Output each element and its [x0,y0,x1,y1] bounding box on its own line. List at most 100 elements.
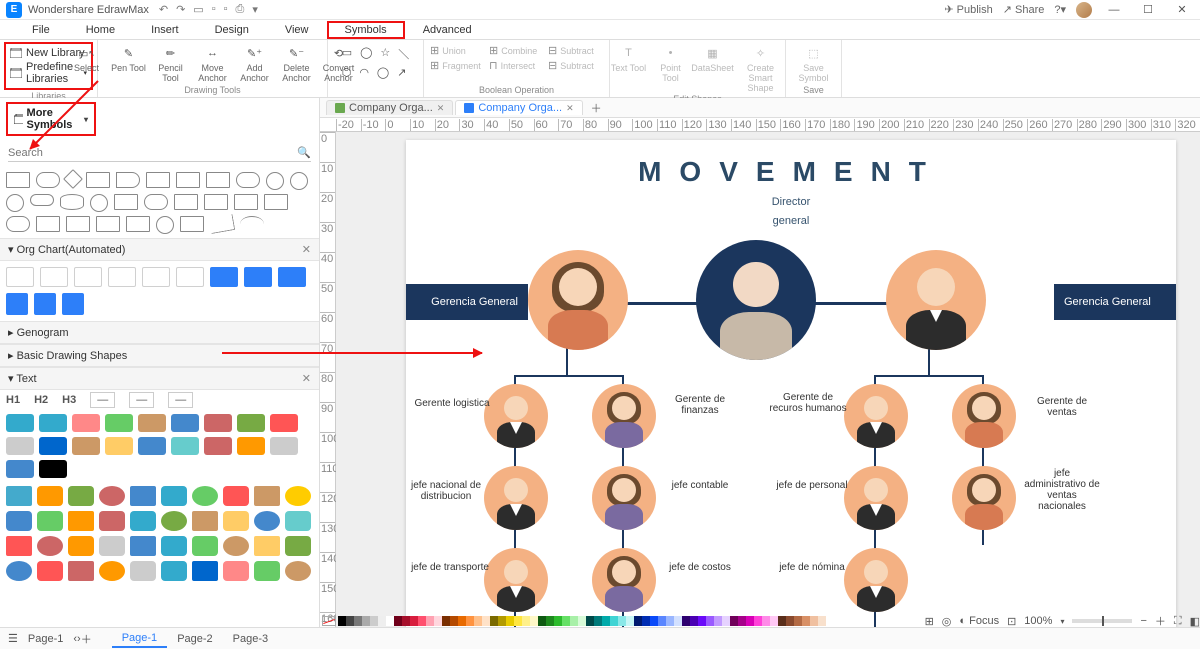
shape-thumb[interactable] [34,293,56,315]
badge-shape[interactable] [99,536,125,556]
badge-shape[interactable] [68,486,94,506]
heading-h3[interactable]: H3 [62,394,76,406]
color-swatch[interactable] [602,616,610,626]
menu-advanced[interactable]: Advanced [405,21,490,39]
color-swatch[interactable] [818,616,826,626]
shape-item[interactable] [116,172,140,188]
color-swatch[interactable] [466,616,474,626]
color-swatch[interactable] [594,616,602,626]
shape-arrow[interactable]: ↗ [397,66,406,79]
color-swatch[interactable] [522,616,530,626]
shape-thumb[interactable] [244,267,272,287]
badge-shape[interactable] [130,536,156,556]
save-icon[interactable]: ▫ [224,3,228,16]
text-swatch[interactable] [105,414,133,432]
target-icon[interactable]: ◎ [942,615,952,628]
color-swatch[interactable] [738,616,746,626]
color-swatch[interactable] [746,616,754,626]
shape-item[interactable] [66,216,90,232]
text-swatch[interactable] [105,437,133,455]
color-swatch[interactable] [338,616,346,626]
badge-shape[interactable] [37,486,63,506]
symbol-search[interactable]: 🔍 [8,144,311,162]
point-tool[interactable]: •Point Tool [653,44,689,83]
avatar[interactable] [592,548,656,612]
shape-thumb[interactable] [40,267,68,287]
avatar-manager[interactable] [886,250,986,350]
badge-shape[interactable] [6,486,32,506]
badge-shape[interactable] [254,486,280,506]
text-swatch[interactable] [138,437,166,455]
text-swatch[interactable] [39,414,67,432]
zoom-slider[interactable] [1072,619,1132,623]
canvas-scroll[interactable]: MOVEMENT Directorgeneral Gerencia Genera… [336,132,1200,627]
color-swatch[interactable] [458,616,466,626]
color-swatch[interactable] [434,616,442,626]
shape-thumb[interactable] [62,293,84,315]
more-symbols-button[interactable]: More Symbols▾ [6,102,96,136]
color-swatch[interactable] [386,616,394,626]
shape-item[interactable] [30,194,54,206]
color-swatch[interactable] [802,616,810,626]
badge-shape[interactable] [68,561,94,581]
color-swatch[interactable] [674,616,682,626]
badge-shape[interactable] [68,511,94,531]
more-icon[interactable]: ▾ [252,3,258,16]
page-tab[interactable]: Page-3 [223,631,278,647]
shape-item[interactable] [6,216,30,232]
text-swatch[interactable] [237,414,265,432]
shape-item[interactable] [86,172,110,188]
color-swatch[interactable] [394,616,402,626]
search-input[interactable] [8,147,297,159]
color-swatch[interactable] [410,616,418,626]
search-icon[interactable]: 🔍 [297,146,311,159]
color-swatch[interactable] [642,616,650,626]
color-swatch[interactable] [546,616,554,626]
color-swatch[interactable] [586,616,594,626]
shape-thumb[interactable] [74,267,102,287]
category-org-chart[interactable]: ▾ Org Chart(Automated)✕ [0,238,319,261]
fit-icon[interactable]: ⊡ [1007,615,1016,628]
avatar[interactable] [952,384,1016,448]
shape-item[interactable] [126,216,150,232]
color-swatch[interactable] [570,616,578,626]
badge-shape[interactable] [254,561,280,581]
badge-shape[interactable] [285,511,311,531]
shape-item[interactable] [290,172,308,190]
boolean-fragment[interactable]: ⊞Fragment [430,59,485,72]
text-swatch[interactable] [171,414,199,432]
badge-shape[interactable] [6,536,32,556]
color-swatch[interactable] [538,616,546,626]
add-tab-button[interactable]: ＋ [585,100,608,116]
color-swatch[interactable] [658,616,666,626]
color-swatch[interactable] [362,616,370,626]
color-swatch[interactable] [554,616,562,626]
publish-button[interactable]: ✈ Publish [944,3,992,16]
select-tool[interactable]: ▭↖Select [69,44,105,73]
color-swatch[interactable] [474,616,482,626]
shape-item[interactable] [206,172,230,188]
text-style[interactable]: — [90,392,115,408]
boolean-combine[interactable]: ⊞Combine [489,44,544,57]
shape-star[interactable]: ☆ [380,46,390,62]
color-swatch[interactable] [578,616,586,626]
add-page-button[interactable]: ＋ [81,631,92,647]
text-swatch[interactable] [72,437,100,455]
create-smart-shape[interactable]: ✧Create Smart Shape [737,44,785,93]
page-tab[interactable]: Page-1 [18,631,73,647]
no-fill-swatch[interactable] [322,616,336,626]
badge-shape[interactable] [37,561,63,581]
color-swatch[interactable] [682,616,690,626]
shape-item[interactable] [63,169,83,189]
shape-item[interactable] [234,194,258,210]
shape-thumb[interactable] [176,267,204,287]
badge-shape[interactable] [285,561,311,581]
avatar-director[interactable] [696,240,816,360]
shape-item[interactable] [180,216,204,232]
color-swatch[interactable] [650,616,658,626]
badge-shape[interactable] [6,511,32,531]
color-swatch[interactable] [626,616,634,626]
badge-shape[interactable] [285,486,311,506]
shape-ring[interactable]: ◯ [377,66,389,79]
heading-h2[interactable]: H2 [34,394,48,406]
